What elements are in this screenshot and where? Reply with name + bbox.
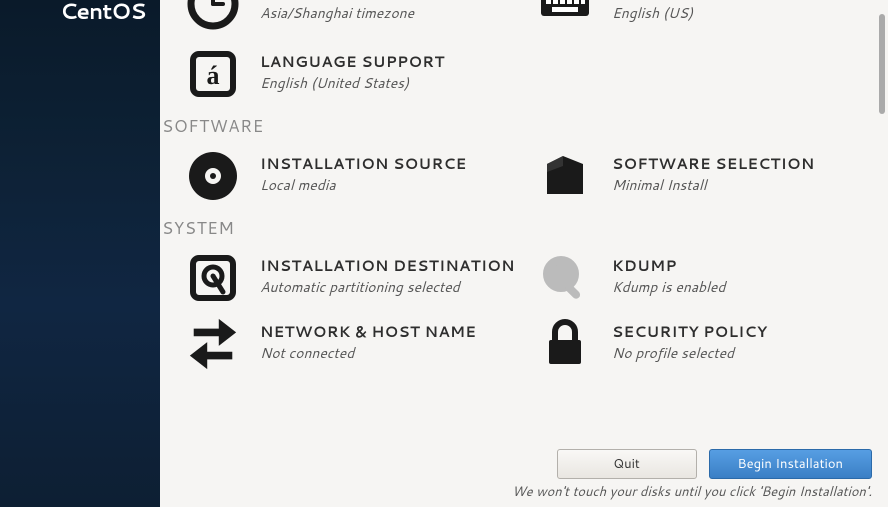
spoke-software-selection[interactable]: SOFTWARE SELECTION Minimal Install bbox=[538, 144, 888, 208]
begin-installation-button[interactable]: Begin Installation bbox=[709, 449, 872, 479]
spoke-status: Asia/Shanghai timezone bbox=[260, 3, 414, 23]
spoke-date-time[interactable]: Asia/Shanghai timezone bbox=[186, 0, 536, 36]
spoke-installation-destination[interactable]: INSTALLATION DESTINATION Automatic parti… bbox=[186, 246, 536, 310]
spoke-status: English (US) bbox=[612, 3, 693, 23]
spoke-status: Not connected bbox=[260, 343, 476, 363]
spoke-status: Automatic partitioning selected bbox=[260, 277, 515, 297]
disc-icon bbox=[186, 149, 240, 203]
spoke-status: Kdump is enabled bbox=[612, 277, 725, 297]
spoke-kdump[interactable]: KDUMP Kdump is enabled bbox=[538, 246, 888, 310]
sidebar-panel: CentOS bbox=[0, 0, 160, 507]
spoke-title: KDUMP bbox=[612, 255, 725, 276]
kdump-icon bbox=[538, 251, 592, 305]
spoke-status: No profile selected bbox=[612, 343, 767, 363]
spoke-title: SECURITY POLICY bbox=[612, 321, 767, 342]
spoke-security-policy[interactable]: SECURITY POLICY No profile selected bbox=[538, 312, 888, 376]
scrollbar[interactable] bbox=[878, 0, 888, 507]
footer-note: We won't touch your disks until you clic… bbox=[512, 483, 872, 501]
spoke-installation-source[interactable]: INSTALLATION SOURCE Local media bbox=[186, 144, 536, 208]
disk-icon bbox=[186, 251, 240, 305]
network-icon bbox=[186, 317, 240, 371]
section-header-system: SYSTEM bbox=[160, 216, 888, 240]
package-icon bbox=[538, 149, 592, 203]
spoke-title: NETWORK & HOST NAME bbox=[260, 321, 476, 342]
keyboard-icon bbox=[538, 0, 592, 31]
footer-bar: Quit Begin Installation We won't touch y… bbox=[160, 441, 888, 507]
spoke-language-support[interactable]: á LANGUAGE SUPPORT English (United State… bbox=[186, 42, 536, 106]
spoke-title bbox=[612, 0, 693, 2]
lock-icon bbox=[538, 317, 592, 371]
main-panel: Asia/Shanghai timezone English (US) á bbox=[160, 0, 888, 507]
spoke-title: SOFTWARE SELECTION bbox=[612, 153, 815, 174]
spoke-status: English (United States) bbox=[260, 73, 445, 93]
svg-text:á: á bbox=[207, 61, 220, 90]
spoke-status: Local media bbox=[260, 175, 467, 195]
section-header-software: SOFTWARE bbox=[160, 114, 888, 138]
quit-button[interactable]: Quit bbox=[557, 449, 697, 479]
spoke-title: LANGUAGE SUPPORT bbox=[260, 51, 445, 72]
summary-content: Asia/Shanghai timezone English (US) á bbox=[160, 0, 888, 441]
language-icon: á bbox=[186, 47, 240, 101]
spoke-keyboard[interactable]: English (US) bbox=[538, 0, 888, 36]
spoke-title bbox=[260, 0, 414, 2]
spoke-title: INSTALLATION SOURCE bbox=[260, 153, 467, 174]
spoke-status: Minimal Install bbox=[612, 175, 815, 195]
clock-icon bbox=[186, 0, 240, 31]
scrollbar-thumb[interactable] bbox=[879, 14, 885, 114]
spoke-title: INSTALLATION DESTINATION bbox=[260, 255, 515, 276]
distro-logo: CentOS bbox=[60, 0, 146, 27]
spoke-network[interactable]: NETWORK & HOST NAME Not connected bbox=[186, 312, 536, 376]
